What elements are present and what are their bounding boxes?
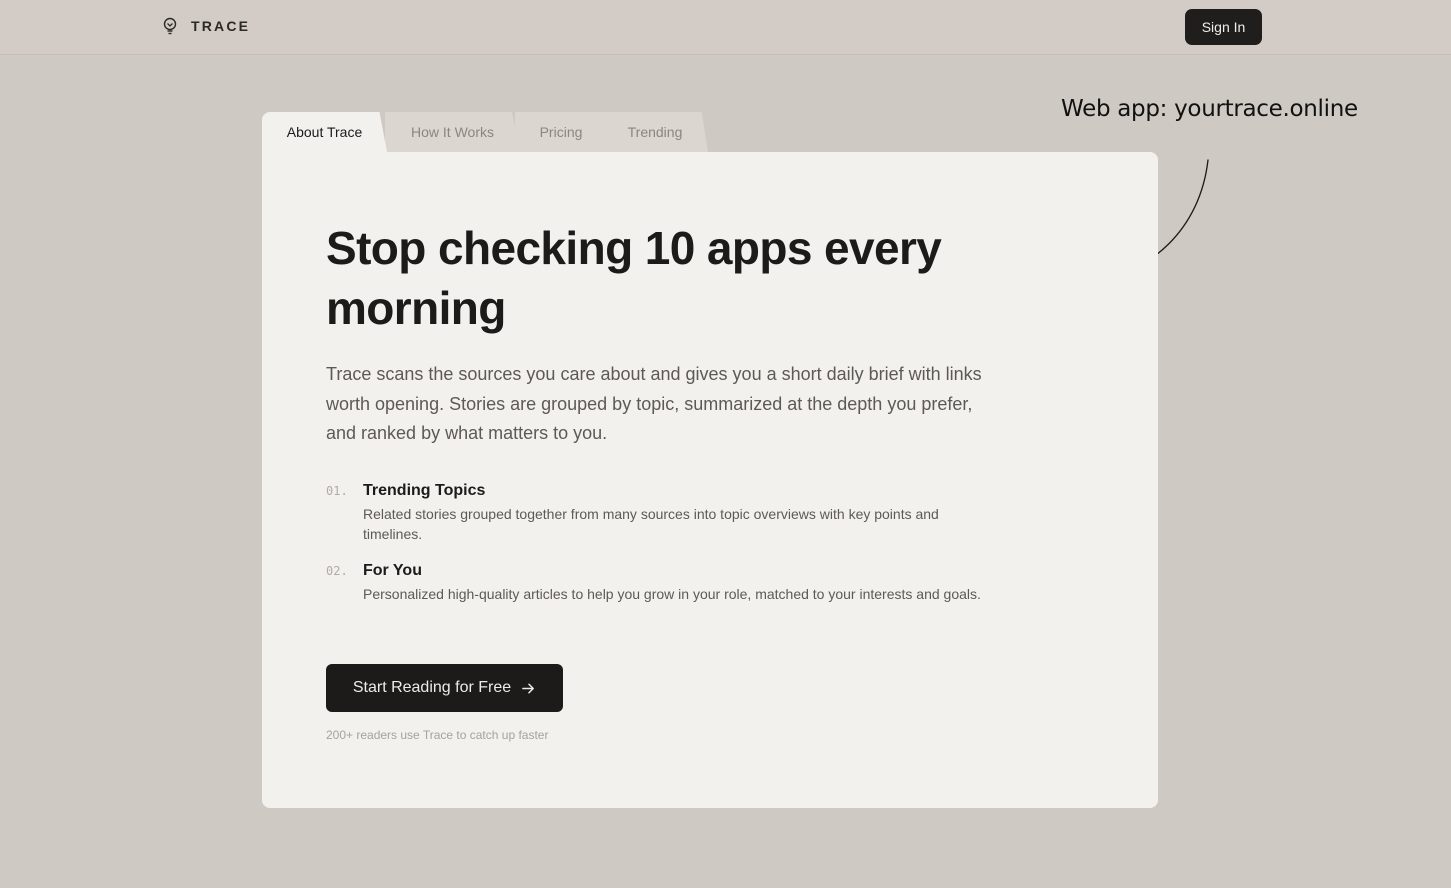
arrow-right-icon [522, 683, 535, 693]
tab-label: Pricing [539, 124, 583, 140]
feature-title: Trending Topics [363, 482, 486, 499]
page-title: Stop checking 10 apps every morning [326, 222, 942, 334]
tab-label: How It Works [411, 124, 494, 140]
tab-trending[interactable]: Trending [602, 112, 708, 152]
web-app-annotation: Web app: yourtrace.online [1061, 96, 1358, 122]
feature-title: For You [363, 562, 422, 579]
intro-paragraph: Trace scans the sources you care about a… [326, 364, 982, 443]
top-bar: TRACE Sign In [0, 0, 1451, 55]
brand-name: TRACE [191, 18, 251, 34]
feature-description: Personalized high-quality articles to he… [363, 586, 981, 602]
feature-description: Related stories grouped together from ma… [363, 506, 939, 542]
feature-number: 02. [326, 564, 348, 578]
tab-label: About Trace [286, 124, 363, 140]
feature-number: 01. [326, 484, 348, 498]
tab-label: Trending [627, 124, 683, 140]
social-proof-text: 200+ readers use Trace to catch up faste… [326, 728, 549, 742]
bulb-icon [163, 17, 177, 35]
start-reading-button[interactable]: Start Reading for Free [326, 664, 563, 712]
tab-about-trace[interactable]: About Trace [262, 112, 387, 152]
sign-in-button[interactable]: Sign In [1185, 9, 1262, 45]
tab-how-it-works[interactable]: How It Works [385, 112, 520, 152]
cta-label: Start Reading for Free [352, 679, 512, 696]
logo[interactable]: TRACE [162, 17, 250, 35]
tab-pricing[interactable]: Pricing [515, 112, 607, 152]
about-card: Stop checking 10 apps every morning Trac… [262, 152, 1158, 808]
